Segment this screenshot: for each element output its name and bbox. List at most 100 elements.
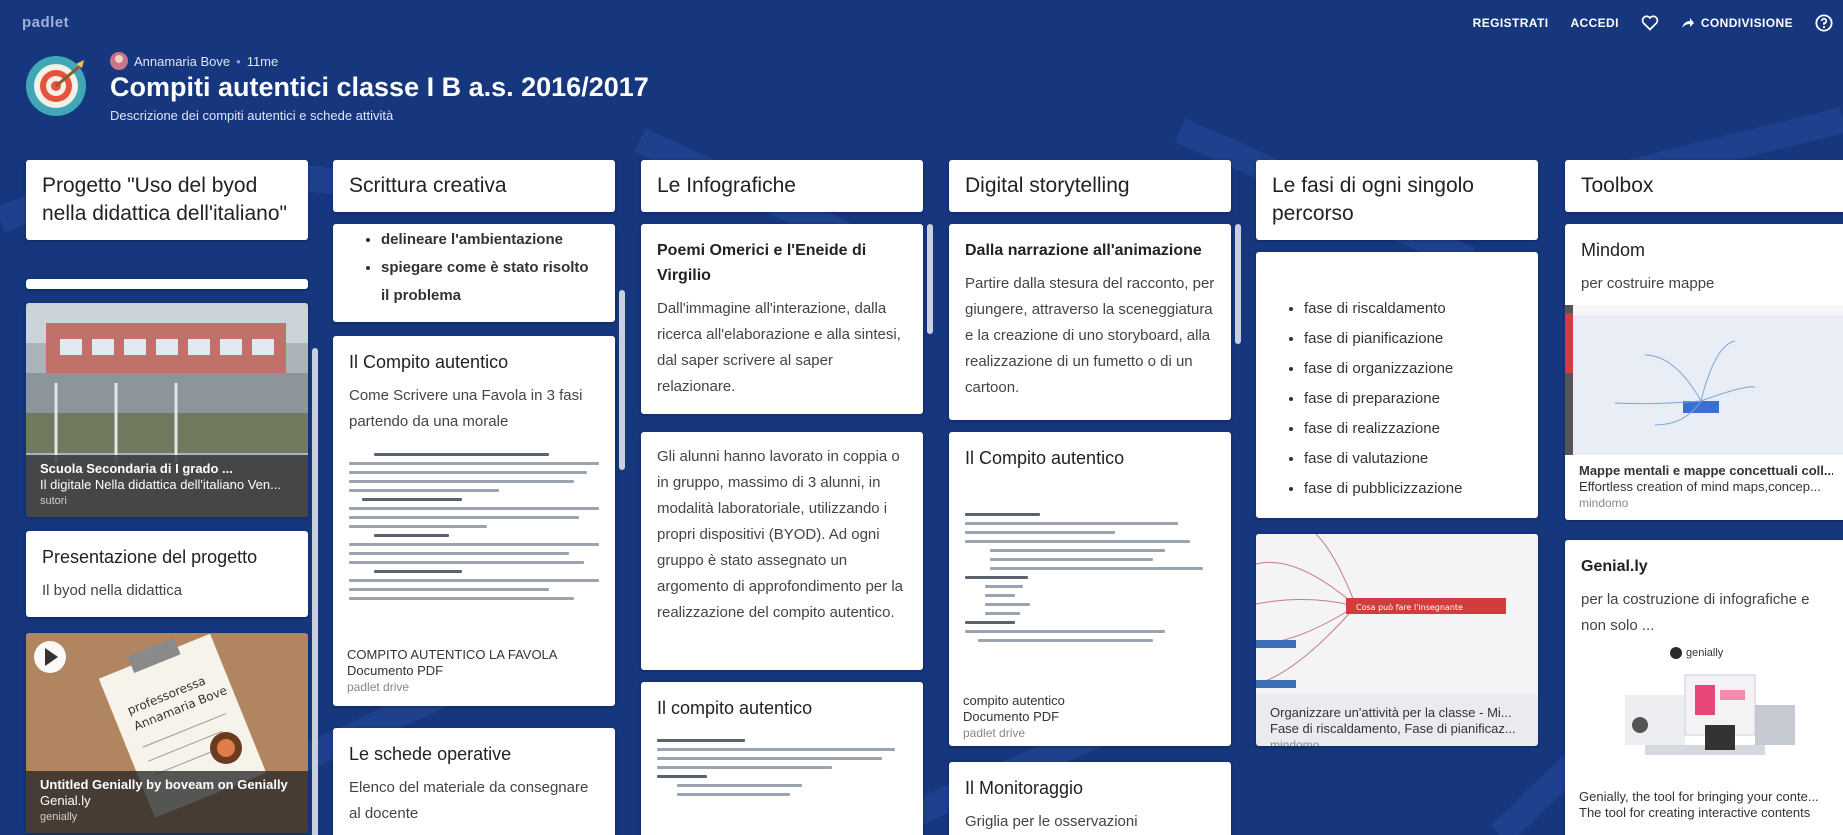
card-title: Dalla narrazione all'animazione (965, 242, 1202, 259)
link-title: Untitled Genially by boveam on Genially (40, 777, 288, 792)
card-body: Come Scrivere una Favola in 3 fasi parte… (349, 387, 583, 430)
monitoraggio-card[interactable]: Il Monitoraggio Griglia per le osservazi… (949, 762, 1231, 835)
card-title: Le schede operative (349, 744, 512, 764)
target-logo-icon (26, 56, 86, 116)
list-item: fase di preparazione (1304, 384, 1522, 414)
compito-card[interactable]: Il Compito autentico compito autentico D… (949, 432, 1231, 746)
list-item: spiegare come è stato risolto il problem… (381, 254, 599, 310)
pdf-preview (657, 733, 907, 833)
school-link-card[interactable]: Scuola Secondaria di I grado ... Il digi… (26, 303, 308, 517)
card-title: Poemi Omerici e l'Eneide di Virgilio (657, 242, 867, 284)
genially-link-card[interactable]: professoressa Annamaria Bove Untitled Ge… (26, 633, 308, 833)
list-item: delineare l'ambientazione (381, 226, 599, 254)
separator-dot: • (236, 53, 241, 69)
author-name[interactable]: Annamaria Bove (134, 54, 230, 69)
file-source: padlet drive (963, 726, 1026, 740)
card-body: per la costruzione di infografiche e non… (1581, 591, 1810, 634)
card-title: Presentazione del progetto (42, 547, 258, 567)
link-subtitle: The tool for creating interactive conten… (1579, 805, 1811, 820)
list-item: fase di organizzazione (1304, 354, 1522, 384)
column-title[interactable]: Le fasi di ogni singolo percorso (1256, 160, 1538, 240)
heart-icon (1641, 15, 1659, 31)
card-title: Il Compito autentico (349, 352, 509, 372)
mindomo-screenshot (1565, 305, 1843, 455)
card-title: Il Compito autentico (965, 448, 1125, 468)
link-subtitle: Il digitale Nella didattica dell'italian… (40, 477, 281, 492)
column-title[interactable]: Le Infografiche (641, 160, 923, 212)
column-scrittura: Scrittura creativa delineare l'ambientaz… (333, 160, 625, 835)
alunni-card[interactable]: Gli alunni hanno lavorato in coppia o in… (641, 432, 923, 670)
phases-card[interactable]: fase di riscaldamento fase di pianificaz… (1256, 252, 1538, 518)
mindom-card[interactable]: Mindom per costruire mappe Mappe mentali… (1565, 224, 1843, 520)
file-meta: compito autentico Documento PDF padlet d… (949, 693, 1231, 741)
column-title[interactable]: Toolbox (1565, 160, 1843, 212)
column-scrollbar[interactable] (927, 224, 933, 334)
column-scrollbar[interactable] (1235, 224, 1241, 344)
card-body: Gli alunni hanno lavorato in coppia o in… (657, 448, 903, 621)
column-title[interactable]: Progetto "Uso del byod nella didattica d… (26, 160, 308, 240)
card-body: Il byod nella didattica (42, 582, 183, 599)
list-item: fase di pubblicizzazione (1304, 474, 1522, 504)
file-type: Documento PDF (963, 709, 1060, 724)
file-source: padlet drive (347, 680, 410, 694)
author-avatar[interactable] (110, 52, 128, 70)
link-source: mindomo (1270, 738, 1320, 746)
card-title: Il compito autentico (657, 698, 813, 718)
link-meta: Genially, the tool for bringing your con… (1565, 789, 1843, 821)
mindmap-node-text: Cosa può fare l'insegnante (1356, 602, 1463, 612)
author-line: Annamaria Bove • 11me (110, 52, 278, 70)
list-item: fase di valutazione (1304, 444, 1522, 474)
card-body: Elenco del materiale da consegnare al do… (349, 779, 589, 822)
link-source: genially (40, 811, 78, 823)
list-item: fase di realizzazione (1304, 414, 1522, 444)
pdf-preview (349, 447, 599, 647)
top-navigation: REGISTRATI ACCEDI CONDIVISIONE (1473, 14, 1833, 32)
link-source: mindomo (1579, 496, 1629, 510)
login-link[interactable]: ACCEDI (1570, 16, 1618, 30)
share-button[interactable]: CONDIVISIONE (1681, 16, 1793, 30)
card-title: Genial.ly (1581, 558, 1648, 575)
brand-logo[interactable]: padlet (22, 14, 69, 31)
compito-card[interactable]: Il compito autentico (641, 682, 923, 835)
help-icon (1815, 14, 1833, 32)
register-link[interactable]: REGISTRATI (1473, 16, 1549, 30)
presentation-card[interactable]: Presentazione del progetto Il byod nella… (26, 531, 308, 617)
link-source: sutori (40, 495, 67, 507)
file-meta: COMPITO AUTENTICO LA FAVOLA Documento PD… (333, 647, 615, 695)
column-progetto: Progetto "Uso del byod nella didattica d… (26, 160, 318, 835)
link-subtitle: Genial.ly (40, 793, 91, 808)
help-button[interactable] (1815, 14, 1833, 32)
list-item: fase di riscaldamento (1304, 294, 1522, 324)
genially-preview: genially (1565, 639, 1843, 789)
column-title[interactable]: Digital storytelling (949, 160, 1231, 212)
link-meta: Organizzare un'attività per la classe - … (1256, 699, 1538, 746)
card-body: Partire dalla stesura del racconto, per … (965, 275, 1215, 396)
share-arrow-icon (1681, 18, 1694, 28)
share-label: CONDIVISIONE (1700, 16, 1793, 30)
column-scrollbar[interactable] (312, 348, 318, 835)
poemi-card[interactable]: Poemi Omerici e l'Eneide di Virgilio Dal… (641, 224, 923, 414)
bullet-list: delineare l'ambientazione spiegare come … (333, 224, 615, 310)
board-description: Descrizione dei compiti autentici e sche… (110, 108, 394, 123)
bullets-card[interactable]: delineare l'ambientazione spiegare come … (333, 224, 615, 322)
column-storytelling: Digital storytelling Dalla narrazione al… (949, 160, 1241, 835)
list-item: fase di pianificazione (1304, 324, 1522, 354)
column-scrollbar[interactable] (619, 290, 625, 470)
like-button[interactable] (1641, 15, 1659, 31)
genially-logo: genially (1670, 647, 1723, 659)
genially-logo-text: genially (1686, 647, 1724, 659)
mindmap-link-card[interactable]: Cosa può fare l'insegnante Organizzare u… (1256, 534, 1538, 746)
card-title: Mindom (1581, 240, 1646, 260)
column-fasi: Le fasi di ogni singolo percorso fase di… (1256, 160, 1538, 746)
column-title[interactable]: Scrittura creativa (333, 160, 615, 212)
narrazione-card[interactable]: Dalla narrazione all'animazione Partire … (949, 224, 1231, 420)
link-title: Organizzare un'attività per la classe - … (1270, 705, 1512, 720)
file-type: Documento PDF (347, 663, 444, 678)
genially-card[interactable]: Genial.ly per la costruzione di infograf… (1565, 540, 1843, 835)
compito-card[interactable]: Il Compito autentico Come Scrivere una F… (333, 336, 615, 706)
schede-card[interactable]: Le schede operative Elenco del materiale… (333, 728, 615, 835)
card-body: Dall'immagine all'interazione, dalla ric… (657, 300, 901, 395)
empty-card[interactable] (26, 279, 308, 289)
file-name: COMPITO AUTENTICO LA FAVOLA (347, 647, 558, 662)
card-title: Il Monitoraggio (965, 778, 1084, 798)
